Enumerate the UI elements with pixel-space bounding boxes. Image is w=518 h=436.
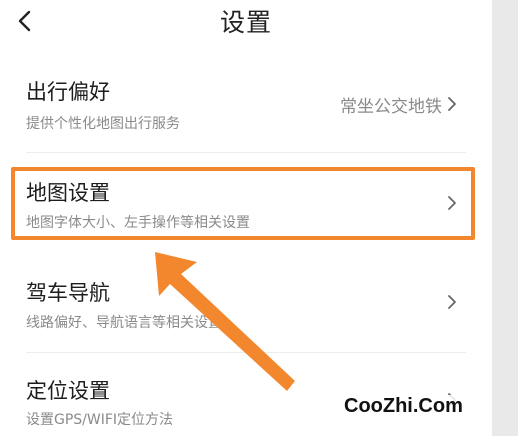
divider	[26, 352, 466, 353]
settings-screen: 设置 出行偏好 提供个性化地图出行服务 常坐公交地铁 地图设置 地图字体大小、左…	[0, 0, 492, 436]
chevron-right-icon	[448, 97, 456, 111]
page-title: 设置	[219, 8, 272, 37]
header: 设置	[0, 0, 492, 46]
row-value: 常坐公交地铁	[340, 97, 442, 117]
settings-row-travel-preference[interactable]: 出行偏好 提供个性化地图出行服务 常坐公交地铁	[0, 62, 492, 148]
side-strip	[492, 0, 518, 436]
row-title: 出行偏好	[26, 80, 110, 104]
row-title: 定位设置	[26, 379, 110, 403]
divider	[26, 152, 466, 153]
highlight-box	[11, 167, 475, 240]
row-subtitle: 提供个性化地图出行服务	[26, 116, 180, 132]
row-title: 驾车导航	[26, 281, 110, 305]
row-subtitle: 设置GPS/WIFI定位方法	[26, 412, 174, 428]
chevron-right-icon	[448, 295, 456, 309]
watermark: CooZhi.Com	[340, 395, 467, 418]
row-subtitle: 线路偏好、导航语言等相关设置	[26, 315, 222, 331]
settings-row-driving-navigation[interactable]: 驾车导航 线路偏好、导航语言等相关设置	[0, 260, 492, 346]
